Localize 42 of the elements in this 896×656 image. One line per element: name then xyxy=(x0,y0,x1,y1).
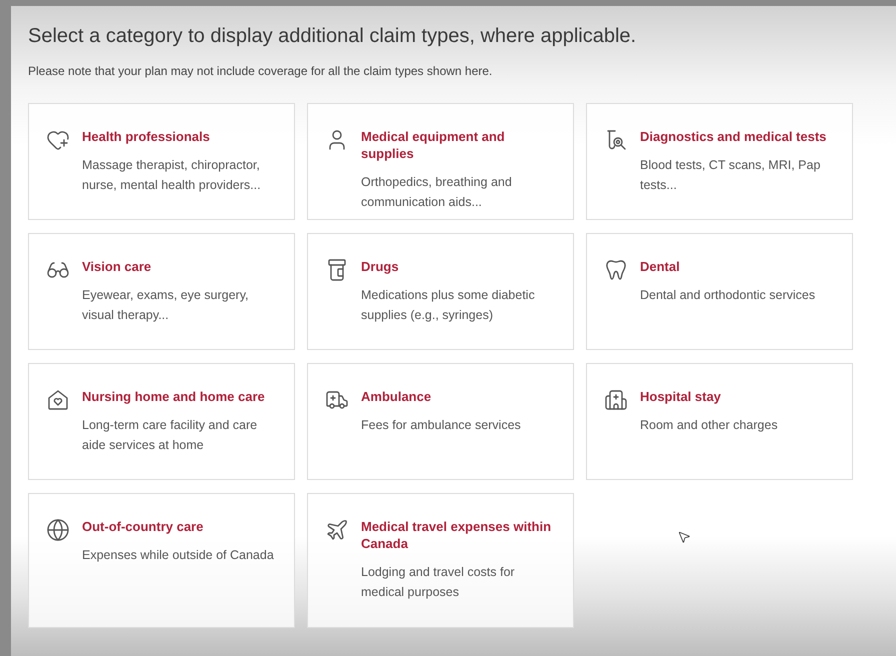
category-card[interactable]: Drugs Medications plus some diabetic supplies (e.g., syringes) xyxy=(307,233,574,350)
category-title: Diagnostics and medical tests xyxy=(640,128,828,145)
category-card[interactable]: Health professionals Massage therapist, chiropractor, nurse, mental health providers... xyxy=(28,103,295,220)
category-title: Ambulance xyxy=(361,388,432,405)
category-title: Health professionals xyxy=(82,128,211,145)
category-card[interactable]: Dental Dental and orthodontic services xyxy=(586,233,853,350)
category-card[interactable]: Nursing home and home care Long-term care facility and care aide services at home xyxy=(28,363,295,480)
category-description: Dental and orthodontic services xyxy=(640,287,816,304)
house-heart-icon xyxy=(46,388,70,412)
category-card[interactable]: Ambulance Fees for ambulance services xyxy=(307,363,574,480)
category-title: Medical equipment and supplies xyxy=(361,128,506,162)
category-title: Hospital stay xyxy=(640,388,722,405)
category-card[interactable]: Medical travel expenses within Canada Lodging and travel costs for medical purposes xyxy=(307,493,574,628)
category-description: Lodging and travel costs for medical purposes xyxy=(361,564,516,601)
category-card[interactable]: Hospital stay Room and other charges xyxy=(586,363,853,480)
plane-icon xyxy=(325,518,349,542)
category-description: Fees for ambulance services xyxy=(361,417,521,434)
page-heading: Select a category to display additional claim types, where applicable. xyxy=(28,24,638,49)
category-title: Dental xyxy=(640,258,681,275)
globe-icon xyxy=(46,518,70,542)
mouse-cursor-icon xyxy=(677,530,691,544)
category-title: Drugs xyxy=(361,258,400,275)
category-title: Vision care xyxy=(82,258,152,275)
tooth-icon xyxy=(604,258,628,282)
category-description: Room and other charges xyxy=(640,417,778,434)
category-card[interactable]: Diagnostics and medical tests Blood tests, CT scans, MRI, Pap tests... xyxy=(586,103,853,220)
category-description: Expenses while outside of Canada xyxy=(82,547,274,564)
category-description: Blood tests, CT scans, MRI, Pap tests... xyxy=(640,157,822,194)
category-description: Massage therapist, chiropractor, nurse, mental health providers... xyxy=(82,157,262,194)
category-card[interactable]: Vision care Eyewear, exams, eye surgery, visual therapy... xyxy=(28,233,295,350)
category-title: Nursing home and home care xyxy=(82,388,266,405)
category-card[interactable]: Medical equipment and supplies Orthopedics, breathing and communication aids... xyxy=(307,103,574,220)
coverage-note: Please note that your plan may not include coverage for all the claim types shown here. xyxy=(28,63,494,79)
category-title: Out-of-country care xyxy=(82,518,204,535)
category-description: Long-term care facility and care aide services at home xyxy=(82,417,258,454)
category-card[interactable]: Out-of-country care Expenses while outside of Canada xyxy=(28,493,295,628)
category-title: Medical travel expenses within Canada xyxy=(361,518,552,552)
category-description: Eyewear, exams, eye surgery, visual therapy... xyxy=(82,287,250,324)
category-description: Orthopedics, breathing and communication aids... xyxy=(361,174,513,211)
hospital-icon xyxy=(604,388,628,412)
heart-plus-icon xyxy=(46,128,70,152)
category-description: Medications plus some diabetic supplies (e.g., syringes) xyxy=(361,287,536,324)
